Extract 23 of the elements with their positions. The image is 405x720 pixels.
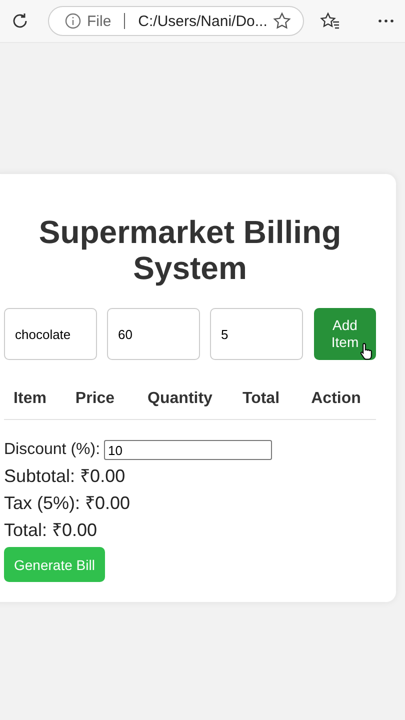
summary-line: Total: ₹0.00 <box>4 519 98 542</box>
url-text: C:/Users/Nani/Do... <box>138 12 268 30</box>
info-icon[interactable] <box>65 13 81 29</box>
discount-field[interactable]: 10 <box>104 440 272 460</box>
add-item-button[interactable]: Add Item <box>314 308 376 360</box>
star-icon[interactable] <box>273 12 292 30</box>
hand-cursor-icon <box>360 342 374 360</box>
summary-line: Tax (5%): ₹0.00 <box>4 492 132 515</box>
input-field[interactable]: 5 <box>210 308 303 360</box>
input-field[interactable]: chocolate <box>4 308 97 360</box>
page-title: Supermarket Billing System <box>38 214 342 286</box>
column-header: Quantity <box>146 390 214 408</box>
address-bar[interactable]: File C:/Users/Nani/Do... <box>48 6 304 36</box>
input-field[interactable]: 60 <box>107 308 200 360</box>
column-header: Price <box>74 390 116 408</box>
file-label: File <box>87 12 112 30</box>
favorites-icon[interactable] <box>320 12 340 30</box>
summary-line: Subtotal: ₹0.00 <box>4 465 126 488</box>
column-header: Item <box>12 390 48 408</box>
column-header: Total <box>241 390 281 408</box>
more-icon[interactable] <box>378 19 394 23</box>
column-header: Action <box>310 390 362 408</box>
discount-label: Discount (%): <box>4 441 100 459</box>
